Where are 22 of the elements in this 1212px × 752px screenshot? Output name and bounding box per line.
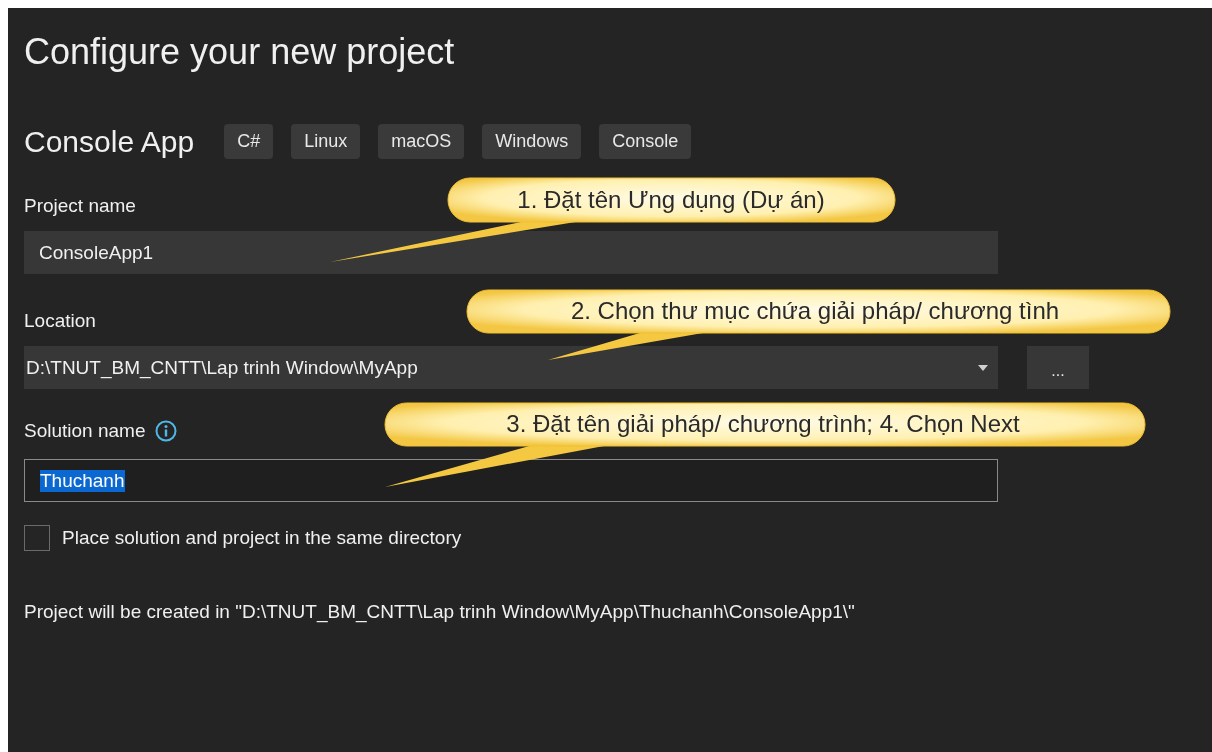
tag: Console (599, 124, 692, 159)
solution-name-field[interactable]: Thuchanh (24, 459, 998, 502)
field-label: Project name (24, 195, 136, 217)
tag: C# (224, 124, 274, 159)
tag: macOS (378, 124, 465, 159)
template-name: Console App (24, 124, 195, 159)
field-label: Solution name (24, 420, 146, 442)
location-summary: Project will be created in "D:\TNUT_BM_CNTT\Lap trinh Window\MyApp\Thuchanh\ConsoleApp1\" (24, 601, 855, 623)
checkbox[interactable] (24, 525, 50, 551)
project-name-field[interactable]: ConsoleApp1 (24, 231, 998, 274)
tag: Linux (291, 124, 361, 159)
tag: Windows (482, 124, 582, 159)
page-title: Configure your new project (24, 30, 455, 74)
browse-button[interactable]: ... (1027, 346, 1089, 389)
callout-text: 1. Đặt tên Ưng dụng (Dự án) (517, 186, 825, 214)
callout-text: 2. Chọn thư mục chứa giải pháp/ chương tình (570, 297, 1060, 325)
location-dropdown[interactable]: D:\TNUT_BM_CNTT\Lap trinh Window\MyApp (24, 346, 998, 389)
checkbox-label: Place solution and project in the same directory (62, 527, 462, 549)
caret-icon (978, 364, 988, 371)
callout-text: 3. Đặt tên giải pháp/ chương trình; 4. Chọn Next (506, 410, 1020, 438)
info-icon[interactable] (155, 420, 178, 442)
field-label: Location (24, 310, 96, 332)
